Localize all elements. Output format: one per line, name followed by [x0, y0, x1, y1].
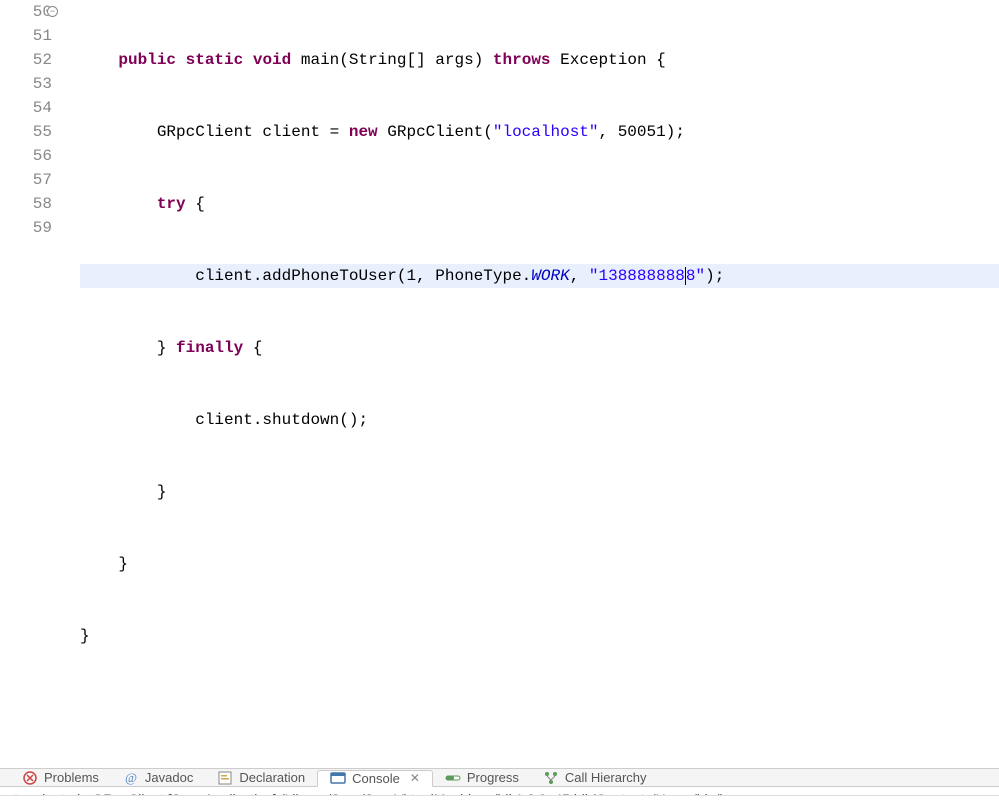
line-number: 53 — [0, 72, 52, 96]
tab-problems[interactable]: Problems — [10, 769, 111, 786]
line-number: 59 — [0, 216, 52, 240]
console-icon — [330, 770, 346, 786]
code-line-53: client.addPhoneToUser(1, PhoneType.WORK,… — [80, 264, 999, 288]
code-line-55: client.shutdown(); — [80, 408, 999, 432]
code-line-51: GRpcClient client = new GRpcClient("loca… — [80, 120, 999, 144]
line-number: 58 — [0, 192, 52, 216]
fold-icon[interactable]: − — [47, 6, 58, 17]
code-area[interactable]: public static void main(String[] args) t… — [60, 0, 999, 768]
line-number: 52 — [0, 48, 52, 72]
tab-javadoc[interactable]: @ Javadoc — [111, 769, 205, 786]
code-line-52: try { — [80, 192, 999, 216]
code-line-56: } — [80, 480, 999, 504]
tab-label: Console — [352, 771, 400, 786]
tab-label: Javadoc — [145, 770, 193, 785]
line-number: 57 — [0, 168, 52, 192]
code-line-59 — [80, 696, 999, 720]
console-process-label: <terminated> GRpcClient [Java Applicatio… — [0, 787, 999, 796]
code-line-54: } finally { — [80, 336, 999, 360]
code-line-58: } — [80, 624, 999, 648]
progress-icon — [445, 770, 461, 786]
line-number: 55 — [0, 120, 52, 144]
code-line-50: public static void main(String[] args) t… — [80, 48, 999, 72]
tab-console[interactable]: Console ✕ — [317, 770, 433, 787]
line-number: 56 — [0, 144, 52, 168]
view-tabs: Problems @ Javadoc Declaration Console ✕… — [0, 769, 999, 787]
line-number: 51 — [0, 24, 52, 48]
tab-label: Declaration — [239, 770, 305, 785]
line-number: 50− — [0, 0, 52, 24]
problems-icon — [22, 770, 38, 786]
code-editor: 50− 51 52 53 54 55 56 57 58 59 public st… — [0, 0, 999, 769]
tab-declaration[interactable]: Declaration — [205, 769, 317, 786]
console-output[interactable]: 一月 03, 2017 7:59:23 下午 io.grpc.internal.… — [0, 796, 999, 804]
close-icon[interactable]: ✕ — [410, 771, 420, 785]
call-hierarchy-icon — [543, 770, 559, 786]
line-gutter: 50− 51 52 53 54 55 56 57 58 59 — [0, 0, 60, 768]
tab-label: Problems — [44, 770, 99, 785]
tab-label: Call Hierarchy — [565, 770, 647, 785]
tab-label: Progress — [467, 770, 519, 785]
line-number: 54 — [0, 96, 52, 120]
code-line-57: } — [80, 552, 999, 576]
declaration-icon — [217, 770, 233, 786]
tab-progress[interactable]: Progress — [433, 769, 531, 786]
tab-call-hierarchy[interactable]: Call Hierarchy — [531, 769, 659, 786]
javadoc-icon: @ — [123, 770, 139, 786]
